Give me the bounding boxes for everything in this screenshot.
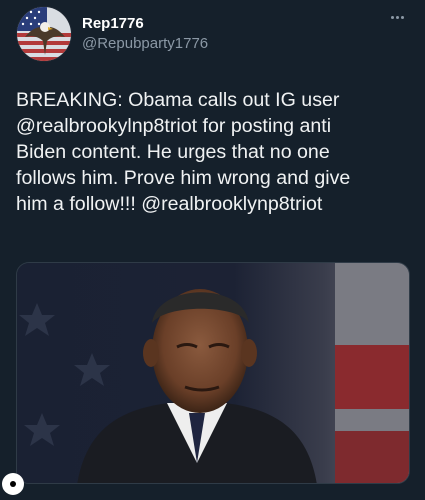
portrait-photo (17, 263, 409, 483)
author-block: Rep1776 @Repubparty1776 (82, 15, 208, 53)
instagram-indicator-icon[interactable] (2, 473, 24, 495)
tweet-text-line: @realbrookylnp8triot for posting anti (16, 115, 332, 137)
handle[interactable]: @Repubparty1776 (82, 35, 208, 53)
tweet-text-line: follows him. Prove him wrong and give (16, 167, 351, 189)
more-horizontal-icon[interactable] (387, 10, 407, 24)
avatar[interactable] (16, 6, 72, 62)
tweet-text-line: him a follow!!! @realbrooklynp8triot (16, 193, 323, 215)
tweet-text-line: Biden content. He urges that no one (16, 141, 330, 163)
eagle-flag-icon (17, 7, 71, 61)
tweet-text-line: BREAKING: Obama calls out IG user (16, 89, 340, 111)
display-name[interactable]: Rep1776 (82, 15, 208, 33)
tweet-card: Rep1776 @Repubparty1776 BREAKING: Obama … (0, 0, 425, 500)
tweet-text: BREAKING: Obama calls out IG user @realb… (16, 87, 416, 217)
tweet-photo[interactable] (16, 262, 410, 484)
